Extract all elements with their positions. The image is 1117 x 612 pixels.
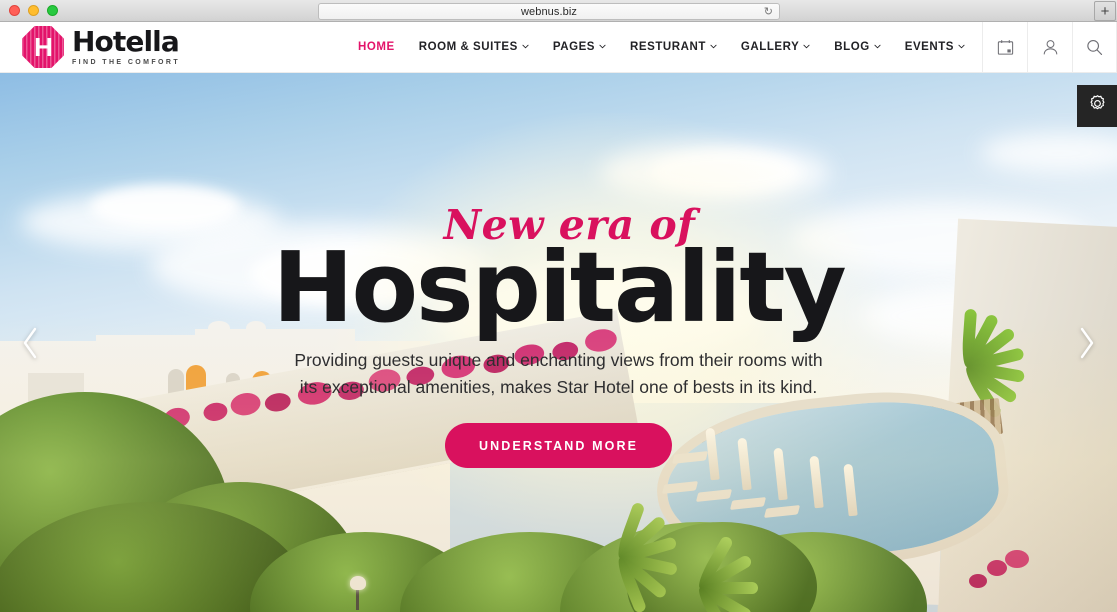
nav-item-label: BLOG	[834, 41, 870, 53]
hero-content: New era of Hospitality Providing guests …	[0, 73, 1117, 612]
nav-item-events[interactable]: EVENTS	[905, 41, 965, 53]
understand-more-button[interactable]: UNDERSTAND MORE	[444, 423, 673, 469]
logo-text: Hotella FIND THE COMFORT	[72, 25, 181, 67]
chevron-down-icon	[710, 43, 717, 50]
nav-item-label: EVENTS	[904, 41, 955, 53]
window-close-button[interactable]	[9, 5, 20, 16]
browser-chrome: webnus.biz ↻ +	[0, 0, 1117, 22]
site-logo[interactable]: H Hotella FIND THE COMFORT	[0, 26, 180, 68]
window-traffic-lights	[0, 5, 58, 16]
nav-item-blog[interactable]: BLOG	[834, 41, 881, 53]
hero-subtitle: Providing guests unique and enchanting v…	[294, 350, 823, 398]
url-text: webnus.biz	[520, 5, 578, 18]
nav-item-pages[interactable]: PAGES	[553, 41, 606, 53]
nav-item-label: GALLERY	[740, 41, 800, 53]
calendar-icon	[996, 38, 1015, 57]
header-tools	[982, 21, 1117, 73]
window-maximize-button[interactable]	[47, 5, 58, 16]
reload-icon[interactable]: ↻	[764, 6, 773, 19]
chevron-down-icon	[599, 43, 606, 50]
hero-headline: Hospitality	[272, 231, 847, 344]
plus-icon: +	[1100, 2, 1110, 20]
logo-mark: H	[22, 26, 64, 68]
booking-button[interactable]	[982, 21, 1027, 73]
logo-name: Hotella	[72, 25, 180, 58]
nav-item-label: ROOM & SUITES	[418, 41, 518, 53]
hero-slider: New era of Hospitality Providing guests …	[0, 73, 1117, 612]
chevron-down-icon	[874, 43, 881, 50]
nav-item-label: RESTURANT	[630, 41, 706, 53]
nav-item-room-and-suites[interactable]: ROOM & SUITES	[419, 41, 529, 53]
site-header: H Hotella FIND THE COMFORT HOME ROOM & S…	[0, 21, 1117, 73]
new-tab-button[interactable]: +	[1094, 1, 1116, 21]
account-button[interactable]	[1027, 21, 1072, 73]
nav-item-home[interactable]: HOME	[358, 41, 395, 53]
slider-prev-button[interactable]	[10, 314, 50, 372]
chevron-down-icon	[958, 43, 965, 50]
logo-tagline: FIND THE COMFORT	[72, 59, 181, 66]
user-icon	[1041, 38, 1060, 57]
chevron-down-icon	[803, 43, 810, 50]
nav-item-resturant[interactable]: RESTURANT	[630, 41, 717, 53]
nav-item-label: HOME	[358, 41, 395, 53]
main-navigation: HOME ROOM & SUITES PAGES RESTURANT GALLE…	[358, 41, 965, 53]
slider-next-button[interactable]	[1067, 314, 1107, 372]
gear-icon	[1088, 94, 1107, 118]
window-minimize-button[interactable]	[28, 5, 39, 16]
logo-letter: H	[34, 32, 53, 62]
search-icon	[1085, 38, 1104, 57]
nav-item-label: PAGES	[552, 41, 596, 53]
chevron-down-icon	[522, 43, 529, 50]
chevron-left-icon	[19, 325, 41, 361]
search-button[interactable]	[1072, 21, 1117, 73]
theme-settings-button[interactable]	[1077, 85, 1117, 127]
chevron-right-icon	[1076, 325, 1098, 361]
url-bar[interactable]: webnus.biz ↻	[318, 3, 780, 20]
nav-item-gallery[interactable]: GALLERY	[741, 41, 810, 53]
